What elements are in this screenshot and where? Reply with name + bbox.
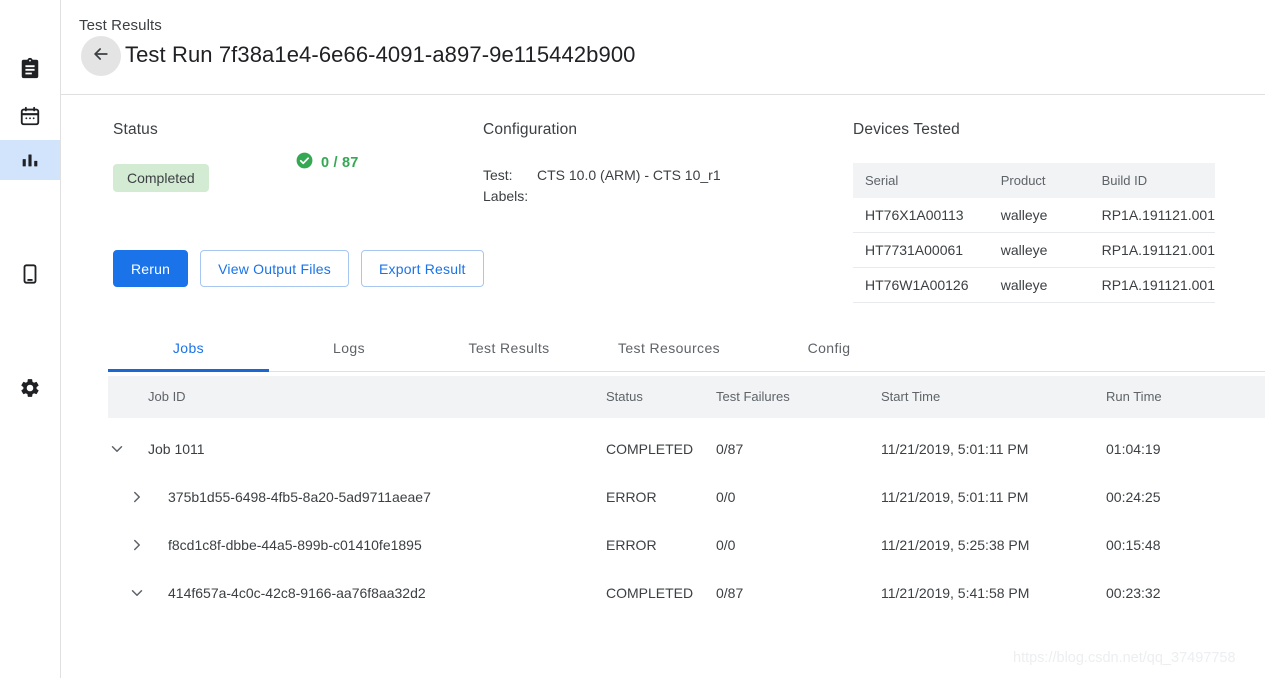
job-start-time: 11/21/2019, 5:41:58 PM [881,569,1106,617]
bar-chart-icon [19,149,41,171]
view-output-files-button[interactable]: View Output Files [200,250,349,287]
job-id: 414f657a-4c0c-42c8-9166-aa76f8aa32d2 [148,569,606,617]
jobs-col-run-time: Run Time [1106,376,1265,418]
job-run-time: 01:04:19 [1106,425,1265,473]
device-serial: HT7731A00061 [853,233,989,268]
config-key-labels: Labels: [483,186,537,207]
tab-test-results[interactable]: Test Results [429,324,589,371]
config-row-test: Test: CTS 10.0 (ARM) - CTS 10_r1 [483,165,883,186]
job-id: f8cd1c8f-dbbe-44a5-899b-c01410fe1895 [148,521,606,569]
job-status: ERROR [606,473,716,521]
devices-heading: Devices Tested [853,121,1215,139]
sidebar-item-schedules[interactable] [0,96,60,136]
sidebar-item-test-results[interactable] [0,140,60,180]
table-row: HT76W1A00126 walleye RP1A.191121.001 [853,268,1215,303]
status-section: Status Completed [113,121,209,192]
breadcrumb[interactable]: Test Results [79,17,162,34]
pass-count: 0 / 87 [321,155,358,171]
check-circle-icon [295,151,314,175]
tab-logs[interactable]: Logs [269,324,429,371]
sidebar-item-test-plans[interactable] [0,48,60,88]
config-row-labels: Labels: [483,186,883,207]
device-product: walleye [989,198,1090,233]
devices-table-head: Serial Product Build ID [853,163,1215,198]
table-row[interactable]: 414f657a-4c0c-42c8-9166-aa76f8aa32d2 COM… [108,569,1265,617]
chevron-right-icon[interactable] [108,473,148,521]
arrow-left-icon [91,44,111,69]
job-test-failures: 0/87 [716,569,881,617]
jobs-table-header: Job ID Status Test Failures Start Time R… [108,376,1265,418]
device-product: walleye [989,233,1090,268]
job-run-time: 00:23:32 [1106,569,1265,617]
device-build-id: RP1A.191121.001 [1090,268,1215,303]
devices-table: Serial Product Build ID HT76X1A00113 wal… [853,163,1215,303]
devices-header-row: Serial Product Build ID [853,163,1215,198]
action-button-row: Rerun View Output Files Export Result [113,250,484,287]
status-heading: Status [113,121,209,139]
config-value-test: CTS 10.0 (ARM) - CTS 10_r1 [537,165,721,186]
calendar-icon [19,105,41,127]
chevron-down-icon[interactable] [108,569,148,617]
chevron-right-icon[interactable] [108,521,148,569]
job-run-time: 00:24:25 [1106,473,1265,521]
tab-jobs[interactable]: Jobs [108,324,269,371]
export-result-button[interactable]: Export Result [361,250,484,287]
job-start-time: 11/21/2019, 5:01:11 PM [881,425,1106,473]
devices-section: Devices Tested Serial Product Build ID H… [853,121,1215,303]
job-id: Job 1011 [148,425,606,473]
status-badge: Completed [113,164,209,192]
job-test-failures: 0/87 [716,425,881,473]
table-row: HT7731A00061 walleye RP1A.191121.001 [853,233,1215,268]
configuration-heading: Configuration [483,121,883,139]
job-start-time: 11/21/2019, 5:01:11 PM [881,473,1106,521]
jobs-col-status: Status [606,376,716,418]
table-row[interactable]: 375b1d55-6498-4fb5-8a20-5ad9711aeae7 ERR… [108,473,1265,521]
page-header: Test Results Test Run 7f38a1e4-6e66-4091… [61,0,1265,95]
devices-col-build-id: Build ID [1090,163,1215,198]
device-serial: HT76W1A00126 [853,268,989,303]
job-id: 375b1d55-6498-4fb5-8a20-5ad9711aeae7 [148,473,606,521]
phone-icon [19,263,41,285]
job-status: COMPLETED [606,569,716,617]
devices-col-serial: Serial [853,163,989,198]
back-button[interactable] [81,36,121,76]
table-row[interactable]: Job 1011 COMPLETED 0/87 11/21/2019, 5:01… [108,425,1265,473]
app-root: Test Results Test Run 7f38a1e4-6e66-4091… [0,0,1265,678]
tab-config[interactable]: Config [749,324,909,371]
gear-icon [19,377,41,399]
config-key-test: Test: [483,165,537,186]
jobs-col-test-failures: Test Failures [716,376,881,418]
table-row[interactable]: f8cd1c8f-dbbe-44a5-899b-c01410fe1895 ERR… [108,521,1265,569]
job-status: ERROR [606,521,716,569]
job-test-failures: 0/0 [716,473,881,521]
tab-test-resources[interactable]: Test Resources [589,324,749,371]
configuration-rows: Test: CTS 10.0 (ARM) - CTS 10_r1 Labels: [483,165,883,207]
device-build-id: RP1A.191121.001 [1090,198,1215,233]
jobs-col-job-id: Job ID [148,376,606,418]
job-start-time: 11/21/2019, 5:25:38 PM [881,521,1106,569]
main-content: Status Completed 0 / 87 Rerun View Outpu… [61,95,1265,678]
sidebar [0,0,61,678]
jobs-col-start-time: Start Time [881,376,1106,418]
job-test-failures: 0/0 [716,521,881,569]
device-build-id: RP1A.191121.001 [1090,233,1215,268]
page-title: Test Run 7f38a1e4-6e66-4091-a897-9e11544… [125,42,636,68]
jobs-col-spacer [108,376,148,418]
device-product: walleye [989,268,1090,303]
job-run-time: 00:15:48 [1106,521,1265,569]
watermark: https://blog.csdn.net/qq_37497758 [1013,650,1236,666]
tab-bar: Jobs Logs Test Results Test Resources Co… [108,324,1265,372]
devices-col-product: Product [989,163,1090,198]
pass-summary: 0 / 87 [295,151,358,175]
device-serial: HT76X1A00113 [853,198,989,233]
chevron-down-icon[interactable] [108,425,148,473]
sidebar-item-settings[interactable] [0,368,60,408]
devices-table-body: HT76X1A00113 walleye RP1A.191121.001 HT7… [853,198,1215,303]
table-row: HT76X1A00113 walleye RP1A.191121.001 [853,198,1215,233]
clipboard-icon [19,57,41,79]
configuration-section: Configuration Test: CTS 10.0 (ARM) - CTS… [483,121,883,207]
job-status: COMPLETED [606,425,716,473]
rerun-button[interactable]: Rerun [113,250,188,287]
sidebar-item-devices[interactable] [0,254,60,294]
